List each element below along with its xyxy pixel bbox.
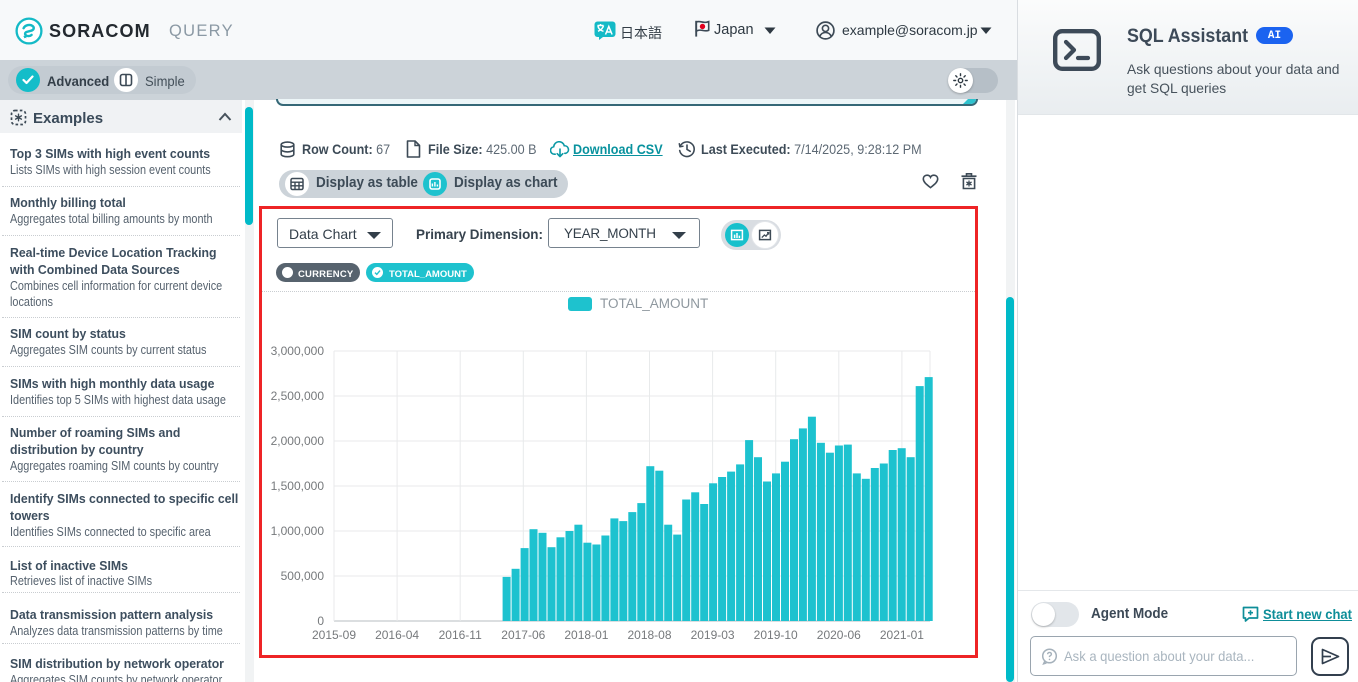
svg-text:2019-03: 2019-03 <box>691 628 735 642</box>
svg-text:2018-08: 2018-08 <box>627 628 671 642</box>
svg-text:2018-01: 2018-01 <box>564 628 608 642</box>
svg-text:2,500,000: 2,500,000 <box>271 389 325 403</box>
svg-text:2016-04: 2016-04 <box>375 628 419 642</box>
svg-text:0: 0 <box>317 614 324 628</box>
svg-text:2017-06: 2017-06 <box>501 628 545 642</box>
svg-text:2015-09: 2015-09 <box>312 628 356 642</box>
svg-text:2020-06: 2020-06 <box>817 628 861 642</box>
svg-text:2,000,000: 2,000,000 <box>271 434 325 448</box>
svg-text:1,500,000: 1,500,000 <box>271 479 325 493</box>
svg-text:2021-01: 2021-01 <box>880 628 924 642</box>
svg-text:2019-10: 2019-10 <box>754 628 798 642</box>
svg-text:500,000: 500,000 <box>281 569 325 583</box>
svg-text:1,000,000: 1,000,000 <box>271 524 325 538</box>
svg-text:3,000,000: 3,000,000 <box>271 344 325 358</box>
svg-text:2016-11: 2016-11 <box>439 628 482 642</box>
